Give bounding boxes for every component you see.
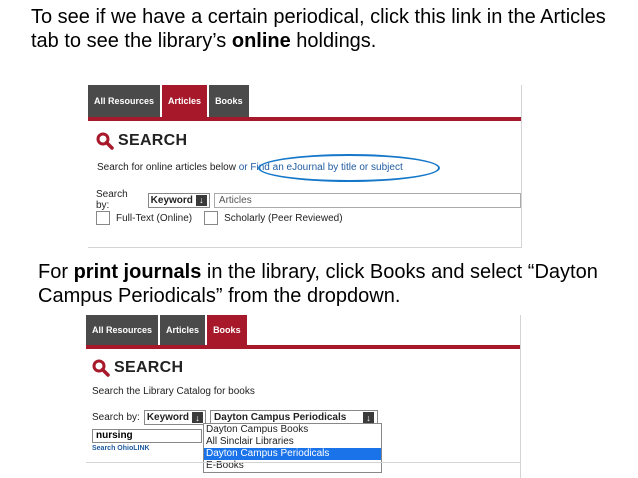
- filters-row: Full-Text (Online) Scholarly (Peer Revie…: [96, 211, 343, 225]
- caption-online-post: holdings.: [290, 30, 377, 52]
- panel-divider: [86, 462, 520, 463]
- ohiolink-link[interactable]: Search OhioLINK: [92, 445, 150, 452]
- search-title: SEARCH: [118, 132, 188, 149]
- tab-articles[interactable]: Articles: [160, 315, 208, 345]
- articles-search-panel: All Resources Articles Books SEARCH Sear…: [88, 85, 522, 248]
- arrow-down-icon: ↓: [192, 412, 204, 423]
- tab-all-resources[interactable]: All Resources: [88, 85, 163, 117]
- search-heading: SEARCH: [92, 359, 183, 377]
- search-by-label: Search by:: [92, 412, 140, 423]
- dropdown-option[interactable]: Dayton Campus Books: [204, 424, 381, 436]
- location-dropdown-list: Dayton Campus Books All Sinclair Librari…: [203, 423, 382, 473]
- caption-online: To see if we have a certain periodical, …: [31, 5, 631, 53]
- location-select-value: Dayton Campus Periodicals: [214, 412, 347, 423]
- dropdown-option-selected[interactable]: Dayton Campus Periodicals: [204, 448, 381, 460]
- tab-all-resources[interactable]: All Resources: [86, 315, 161, 345]
- search-by-dropdown[interactable]: Keyword ↓: [143, 410, 207, 425]
- tab-bar: All Resources Articles Books: [86, 315, 249, 345]
- search-by-value: Keyword: [150, 194, 193, 206]
- search-icon: [96, 132, 114, 150]
- fulltext-label: Full-Text (Online): [116, 212, 193, 224]
- tab-books[interactable]: Books: [209, 85, 251, 117]
- tab-underline: [88, 117, 521, 121]
- fulltext-checkbox[interactable]: [96, 211, 110, 225]
- search-subtitle: Search the Library Catalog for books: [92, 386, 255, 397]
- tab-underline: [86, 345, 520, 349]
- tab-books[interactable]: Books: [207, 315, 249, 345]
- scholarly-label: Scholarly (Peer Reviewed): [224, 212, 343, 224]
- arrow-down-icon: ↓: [195, 194, 207, 206]
- arrow-down-icon: ↓: [363, 412, 375, 423]
- caption-print: For print journals in the library, click…: [38, 260, 628, 308]
- scholarly-checkbox[interactable]: [204, 211, 219, 225]
- search-by-value: Keyword: [146, 412, 190, 423]
- highlight-ellipse: [258, 154, 440, 182]
- search-heading: SEARCH: [96, 132, 187, 150]
- caption-print-pre: For: [38, 261, 74, 283]
- books-search-panel: All Resources Articles Books SEARCH Sear…: [86, 315, 521, 478]
- caption-online-bold: online: [231, 30, 291, 52]
- search-icon: [92, 359, 110, 377]
- tab-articles[interactable]: Articles: [162, 85, 210, 117]
- subtitle-text: Search for online articles below: [97, 162, 236, 173]
- search-by-row: Search by: Keyword ↓ Articles: [96, 189, 521, 211]
- articles-field[interactable]: Articles: [213, 192, 521, 208]
- search-by-dropdown[interactable]: Keyword ↓: [147, 192, 210, 208]
- tab-bar: All Resources Articles Books: [88, 85, 251, 117]
- dropdown-option[interactable]: All Sinclair Libraries: [204, 436, 381, 448]
- search-input[interactable]: nursing: [92, 429, 202, 443]
- search-by-label: Search by:: [96, 189, 128, 211]
- caption-print-bold: print journals: [73, 261, 202, 283]
- search-title: SEARCH: [114, 359, 184, 376]
